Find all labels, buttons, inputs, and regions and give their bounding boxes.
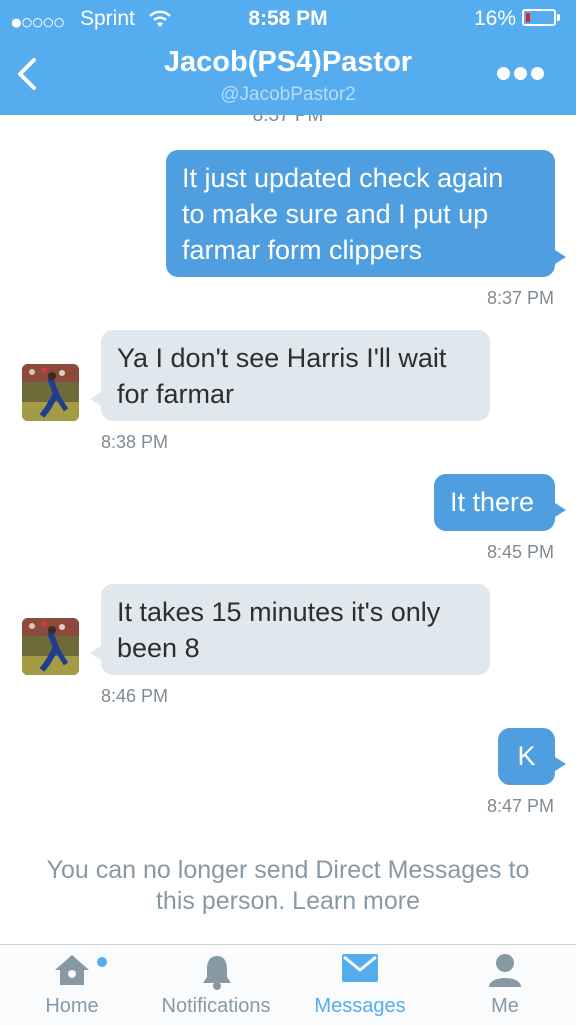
- avatar-image: [22, 364, 79, 421]
- notice-line[interactable]: this person. Learn more: [20, 886, 556, 917]
- message-line: It takes 15 minutes it's only: [117, 597, 441, 627]
- envelope-icon: [342, 954, 378, 982]
- bubble-tail: [90, 392, 101, 406]
- message-line: farmar form clippers: [182, 235, 423, 265]
- message-line: Ya I don't see Harris I'll wait: [117, 343, 447, 373]
- battery-tip: [557, 14, 560, 21]
- message-timestamp: 8:45 PM: [486, 542, 554, 562]
- tab-bar: Home Notifications Messages Me: [0, 944, 576, 1025]
- notice-line: You can no longer send Direct Messages t…: [46, 856, 530, 884]
- bell-icon: [203, 956, 231, 990]
- tab-messages[interactable]: Messages: [305, 945, 415, 1025]
- avatar[interactable]: [22, 364, 79, 421]
- message-line: It just updated check again: [182, 163, 504, 193]
- outgoing-message[interactable]: It just updated check again to make sure…: [166, 150, 555, 277]
- message-timestamp: 8:38 PM: [101, 432, 169, 452]
- bubble-tail: [555, 503, 566, 517]
- conversation-handle: @JacobPastor2: [220, 84, 356, 105]
- bubble-tail: [555, 250, 566, 264]
- message-line: for farmar: [117, 379, 235, 409]
- battery-icon: [522, 9, 556, 26]
- message-timestamp: 8:37 PM: [486, 288, 554, 308]
- tab-label: Me: [491, 995, 519, 1017]
- message-line: It there: [450, 487, 535, 517]
- tab-label: Home: [45, 995, 99, 1017]
- tab-home[interactable]: Home: [22, 945, 122, 1025]
- incoming-message[interactable]: Ya I don't see Harris I'll wait for farm…: [101, 330, 490, 421]
- tab-label: Messages: [314, 995, 406, 1017]
- tab-me[interactable]: Me: [470, 945, 540, 1025]
- message-timestamp: 8:47 PM: [486, 796, 554, 816]
- outgoing-message[interactable]: K: [498, 728, 555, 785]
- message-timestamp: 8:46 PM: [101, 686, 169, 706]
- person-icon: [489, 954, 521, 987]
- avatar-image: [22, 618, 79, 675]
- tab-label: Notifications: [161, 995, 271, 1017]
- message-line: been 8: [117, 633, 200, 663]
- more-options-icon[interactable]: [497, 67, 545, 83]
- message-line: to make sure and I put up: [182, 199, 489, 229]
- home-icon: [55, 955, 89, 985]
- conversation-title: Jacob(PS4)Pastor: [163, 46, 413, 78]
- battery-percent: 16%: [474, 7, 517, 30]
- incoming-message[interactable]: It takes 15 minutes it's only been 8: [101, 584, 490, 675]
- avatar[interactable]: [22, 618, 79, 675]
- status-bar: ●○○○○ Sprint 8:58 PM 16%: [0, 0, 576, 38]
- message-line: K: [517, 741, 536, 771]
- bubble-tail: [90, 646, 101, 660]
- outgoing-message[interactable]: It there: [434, 474, 555, 531]
- top-bar: ●○○○○ Sprint 8:58 PM 16% Jacob(PS4)Pasto…: [0, 0, 576, 115]
- bubble-tail: [555, 757, 566, 771]
- unread-dot: [97, 957, 107, 967]
- tab-notifications[interactable]: Notifications: [146, 945, 286, 1025]
- dm-disabled-notice: You can no longer send Direct Messages t…: [20, 855, 556, 917]
